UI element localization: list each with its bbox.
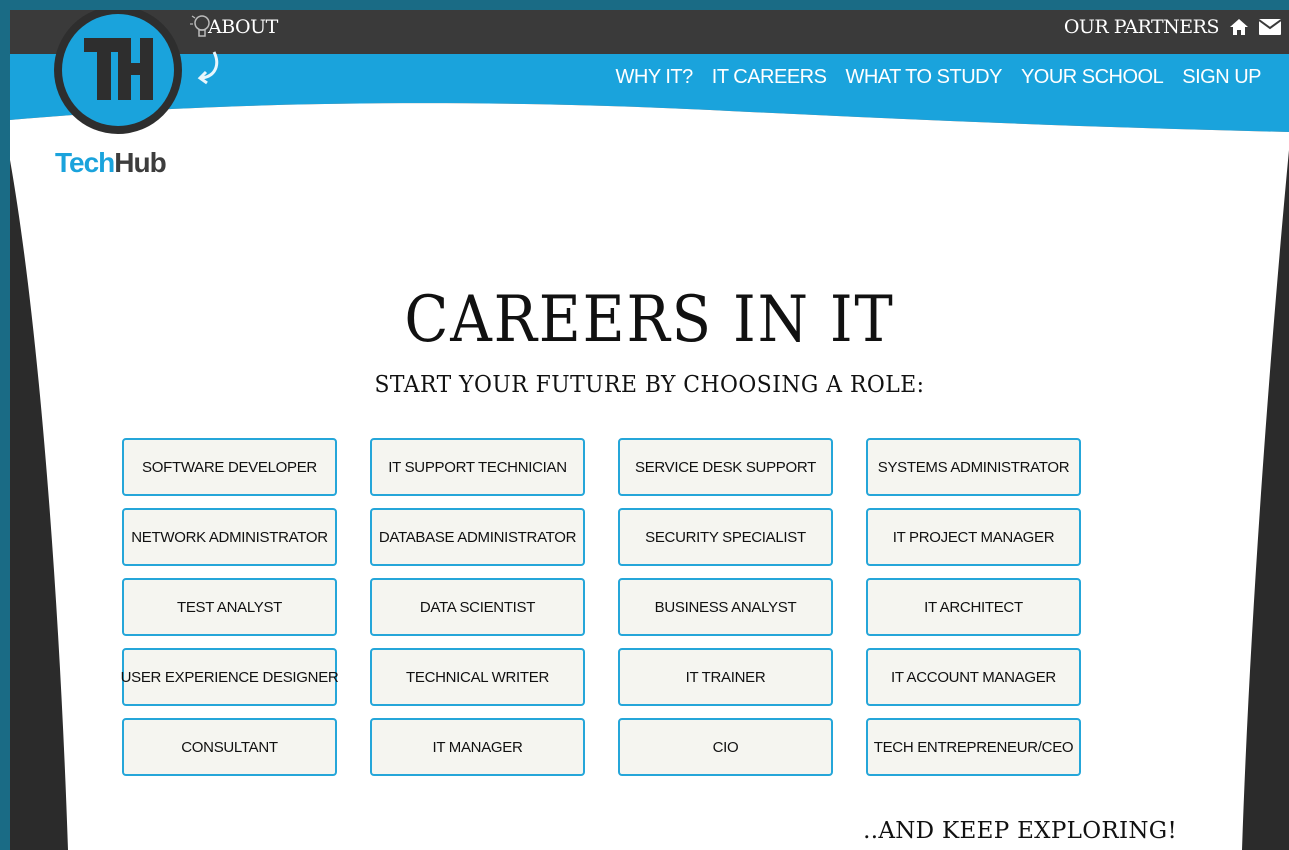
role-button-it-account-manager[interactable]: IT ACCOUNT MANAGER	[866, 648, 1081, 706]
role-button-service-desk-support[interactable]: SERVICE DESK SUPPORT	[618, 438, 833, 496]
role-button-database-administrator[interactable]: DATABASE ADMINISTRATOR	[370, 508, 585, 566]
role-button-it-trainer[interactable]: IT TRAINER	[618, 648, 833, 706]
page-subtitle: START YOUR FUTURE BY CHOOSING A ROLE:	[374, 372, 925, 398]
role-button-tech-entrepreneur-ceo[interactable]: TECH ENTREPRENEUR/CEO	[866, 718, 1081, 776]
role-button-network-administrator[interactable]: NETWORK ADMINISTRATOR	[122, 508, 337, 566]
roles-grid: SOFTWARE DEVELOPER IT SUPPORT TECHNICIAN…	[121, 438, 1081, 776]
nav-it-careers[interactable]: IT CAREERS	[712, 66, 827, 89]
home-icon[interactable]	[1229, 18, 1249, 36]
logo-wordmark-hub: Hub	[114, 147, 166, 178]
role-button-user-experience-designer[interactable]: USER EXPERIENCE DESIGNER	[121, 648, 339, 706]
nav-your-school[interactable]: YOUR SCHOOL	[1021, 66, 1164, 89]
role-button-technical-writer[interactable]: TECHNICAL WRITER	[370, 648, 585, 706]
page-title: CAREERS IN IT	[404, 282, 895, 357]
nav-why-it[interactable]: WHY IT?	[616, 66, 694, 89]
role-button-software-developer[interactable]: SOFTWARE DEVELOPER	[122, 438, 337, 496]
nav-sign-up[interactable]: SIGN UP	[1182, 66, 1261, 89]
logo-wordmark[interactable]: TechHub	[55, 147, 167, 179]
role-button-business-analyst[interactable]: BUSINESS ANALYST	[618, 578, 833, 636]
about-link[interactable]: ABOUT	[208, 16, 278, 38]
role-button-cio[interactable]: CIO	[618, 718, 833, 776]
role-button-data-scientist[interactable]: DATA SCIENTIST	[370, 578, 585, 636]
role-button-it-support-technician[interactable]: IT SUPPORT TECHNICIAN	[370, 438, 585, 496]
role-button-it-manager[interactable]: IT MANAGER	[370, 718, 585, 776]
role-button-it-project-manager[interactable]: IT PROJECT MANAGER	[866, 508, 1081, 566]
partners-area: OUR PARTNERS	[1064, 16, 1281, 38]
role-button-it-architect[interactable]: IT ARCHITECT	[866, 578, 1081, 636]
logo-wordmark-tech: Tech	[55, 147, 115, 178]
role-button-consultant[interactable]: CONSULTANT	[122, 718, 337, 776]
page-frame: TechHub ABOUT OUR PARTNERS WHY IT? IT CA…	[10, 10, 1289, 850]
main-navigation: WHY IT? IT CAREERS WHAT TO STUDY YOUR SC…	[616, 66, 1262, 89]
role-button-systems-administrator[interactable]: SYSTEMS ADMINISTRATOR	[866, 438, 1081, 496]
nav-what-to-study[interactable]: WHAT TO STUDY	[845, 66, 1002, 89]
curved-arrow-icon	[197, 51, 219, 85]
keep-exploring-text: ..AND KEEP EXPLORING!	[863, 818, 1177, 844]
role-button-test-analyst[interactable]: TEST ANALYST	[122, 578, 337, 636]
envelope-icon[interactable]	[1259, 19, 1281, 35]
role-button-security-specialist[interactable]: SECURITY SPECIALIST	[618, 508, 833, 566]
partners-link[interactable]: OUR PARTNERS	[1064, 16, 1220, 38]
